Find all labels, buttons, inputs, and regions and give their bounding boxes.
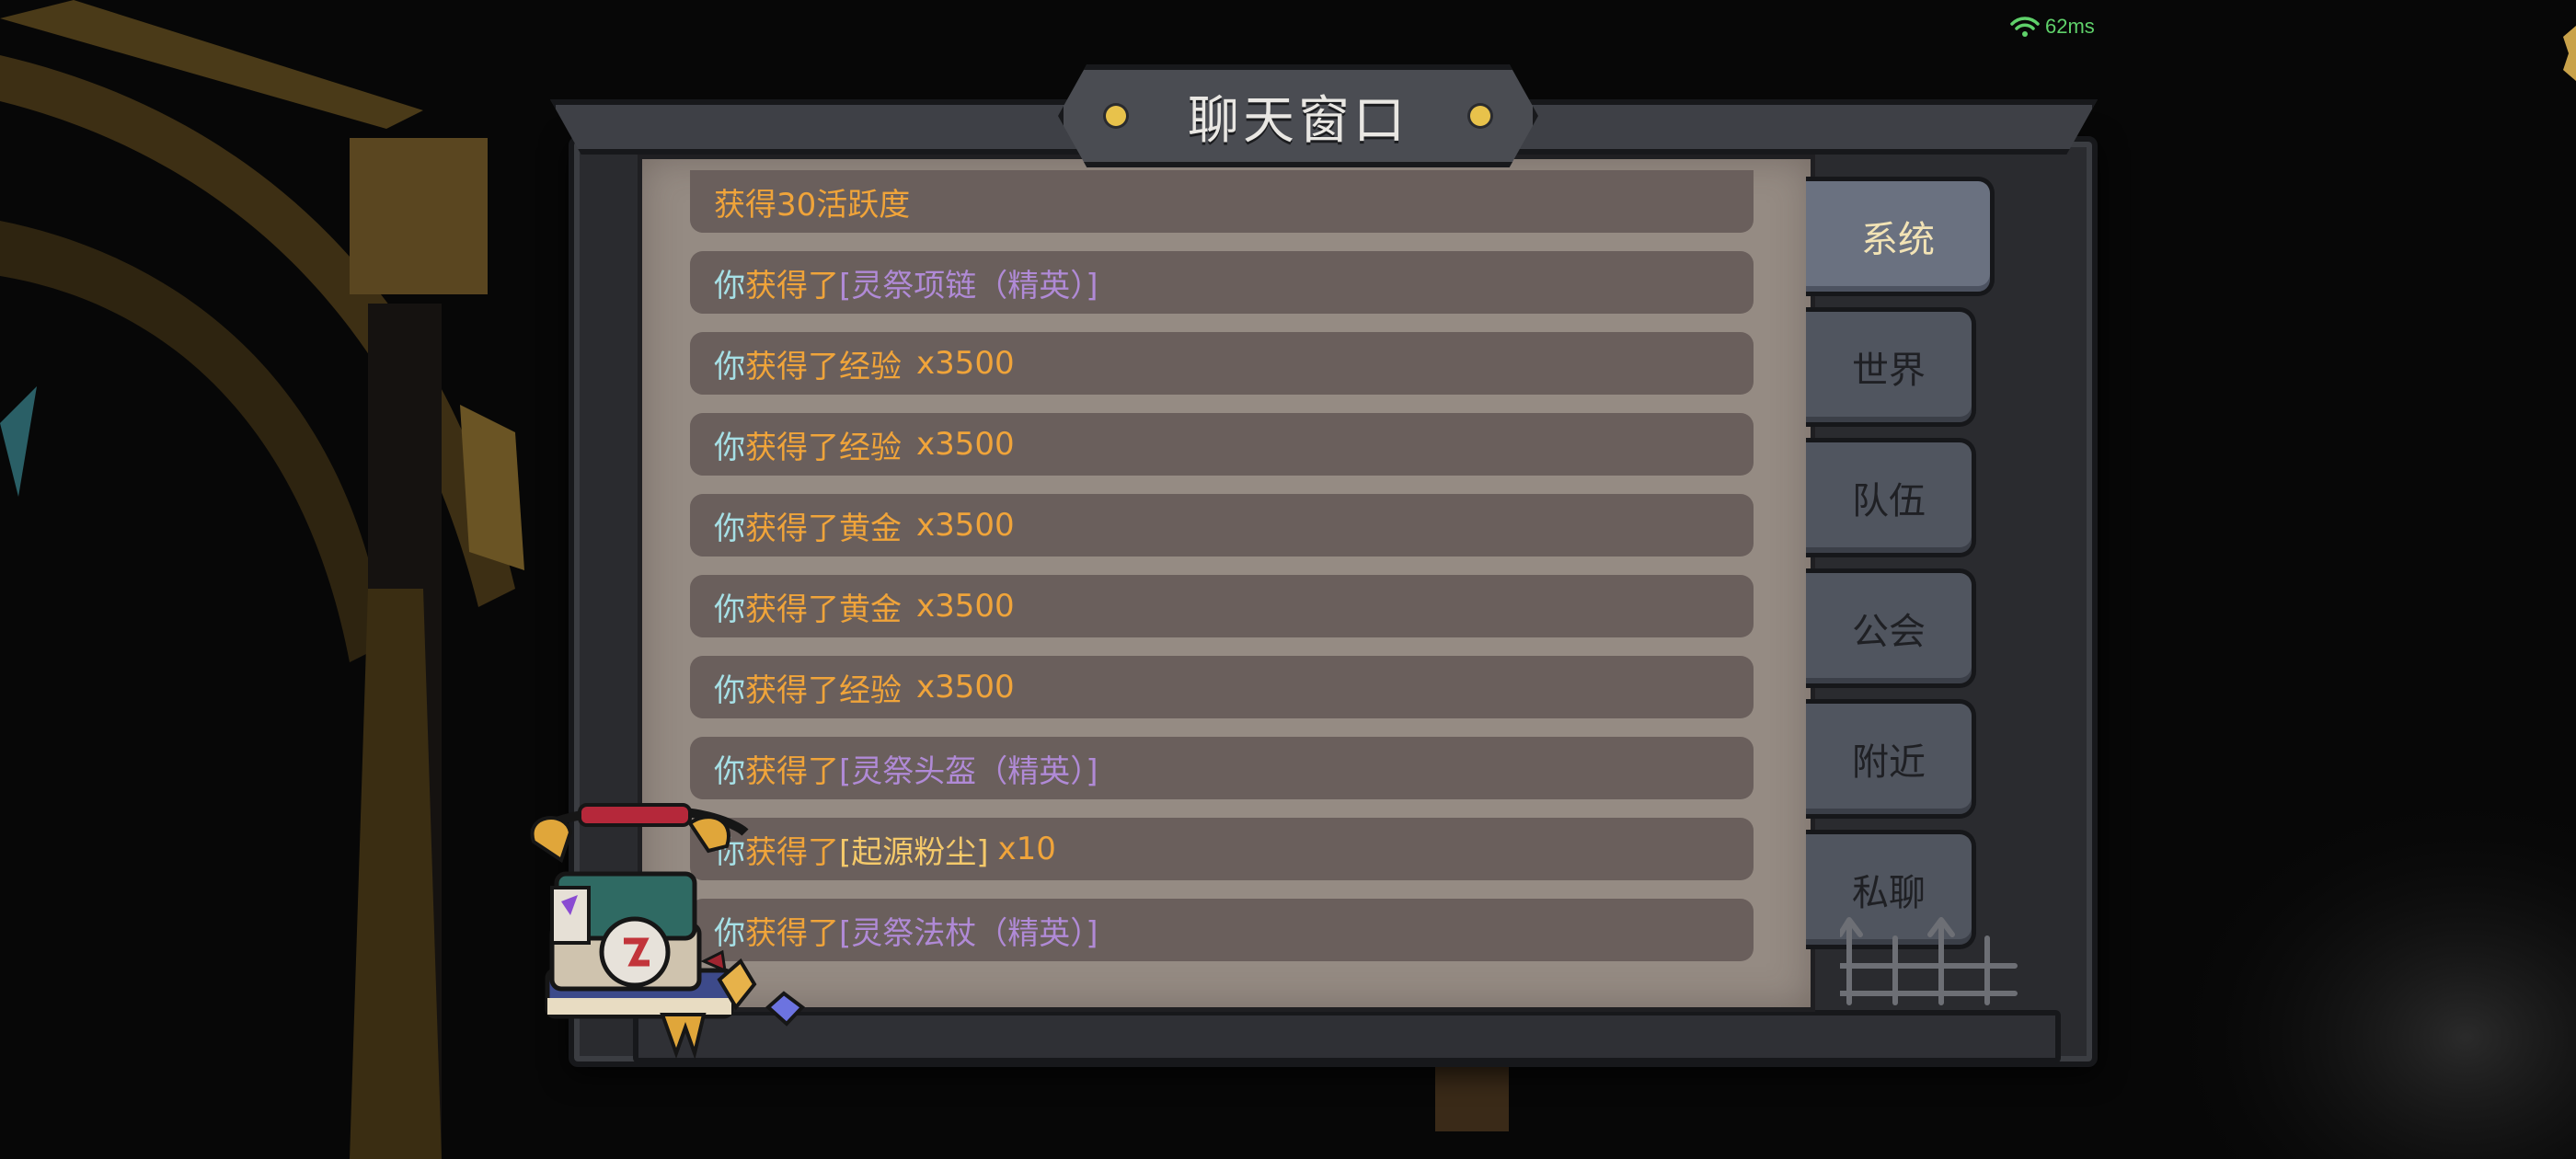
message-verb: 获得了 <box>745 752 839 790</box>
chat-message: 你获得了经验 x3500 <box>690 413 1754 476</box>
message-subject: 你 <box>714 267 745 304</box>
tab-world[interactable]: 世界 <box>1806 307 1976 427</box>
channel-tabs: 系统 世界 队伍 公会 附近 私聊 <box>1806 177 1999 949</box>
item-link[interactable]: [灵祭头盔（精英）] <box>839 746 1098 791</box>
tab-label: 世界 <box>1852 350 1926 392</box>
message-verb: 获得了 <box>745 267 839 304</box>
side-menu-handle-icon[interactable] <box>2556 17 2576 90</box>
message-verb: 获得了经验 <box>745 671 902 709</box>
chat-window-title-plate: 聊天窗口 <box>1058 64 1538 167</box>
chat-message: 你获得了黄金 x3500 <box>690 575 1754 637</box>
message-quantity: x3500 <box>916 426 1015 463</box>
chat-message: 你获得了 [起源粉尘] x10 <box>690 818 1754 880</box>
frame-bottom-bar <box>633 1010 2061 1063</box>
message-subject: 你 <box>714 752 745 790</box>
gold-dot-icon <box>1106 106 1126 126</box>
chat-message-list[interactable]: 获得30活跃度 你获得了 [灵祭项链（精英）] 你获得了经验 x3500 你获得了经… <box>690 170 1754 961</box>
tab-label: 附近 <box>1852 741 1926 784</box>
chat-message: 你获得了经验 x3500 <box>690 332 1754 395</box>
message-verb: 获得了黄金 <box>745 510 902 547</box>
network-status: 62ms <box>2010 15 2095 39</box>
chat-message: 获得30活跃度 <box>690 170 1754 233</box>
telephone-chest-mascot-icon[interactable] <box>515 786 828 1062</box>
message-subject: 你 <box>714 429 745 466</box>
chat-message: 你获得了 [灵祭头盔（精英）] <box>690 737 1754 799</box>
wifi-icon <box>2010 17 2040 37</box>
message-subject: 你 <box>714 671 745 709</box>
tab-label: 队伍 <box>1852 480 1926 522</box>
message-subject: 你 <box>714 510 745 547</box>
message-quantity: x3500 <box>916 507 1015 544</box>
item-link[interactable]: [灵祭法杖（精英）] <box>839 908 1098 953</box>
iron-fence-decoration-icon <box>1840 917 2018 1005</box>
item-link[interactable]: [起源粉尘] <box>839 827 989 872</box>
message-subject: 你 <box>714 348 745 385</box>
chat-window-title: 聊天窗口 <box>1188 90 1409 151</box>
message-verb: 获得了经验 <box>745 429 902 466</box>
tab-nearby[interactable]: 附近 <box>1806 699 1976 819</box>
chat-message: 你获得了黄金 x3500 <box>690 494 1754 557</box>
message-quantity: x3500 <box>916 345 1015 382</box>
tab-guild[interactable]: 公会 <box>1806 568 1976 688</box>
message-subject: 你 <box>714 591 745 628</box>
tab-system[interactable]: 系统 <box>1806 177 1995 296</box>
tab-label: 系统 <box>1861 219 1935 261</box>
message-quantity: x10 <box>997 831 1056 867</box>
message-verb: 获得了经验 <box>745 348 902 385</box>
ping-value: 62ms <box>2045 15 2095 38</box>
item-link[interactable]: [灵祭项链（精英）] <box>839 260 1098 305</box>
tab-team[interactable]: 队伍 <box>1806 438 1976 557</box>
message-quantity: x3500 <box>916 669 1015 706</box>
tab-label: 公会 <box>1852 611 1926 653</box>
chat-message: 你获得了经验 x3500 <box>690 656 1754 718</box>
gold-dot-icon <box>1470 106 1490 126</box>
message-text: 获得30活跃度 <box>714 186 911 224</box>
chat-message: 你获得了 [灵祭项链（精英）] <box>690 251 1754 314</box>
chat-message: 你获得了 [灵祭法杖（精英）] <box>690 899 1754 961</box>
message-verb: 获得了黄金 <box>745 591 902 628</box>
message-quantity: x3500 <box>916 588 1015 625</box>
